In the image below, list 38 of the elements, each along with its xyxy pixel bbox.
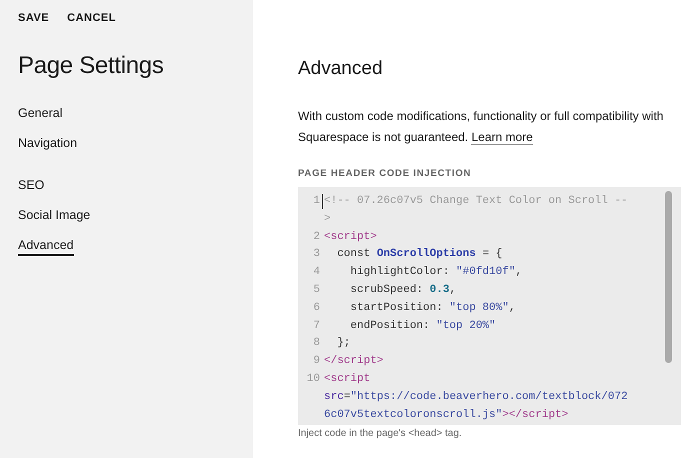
line-number: 2 [312, 230, 320, 245]
line-number: 6 [312, 300, 320, 316]
code-line: endPosition: "top 20%" [349, 318, 496, 334]
notice-text: With custom code modifications, functionality or full compatibility with Squarespace is not guaranteed. Learn more [298, 108, 664, 147]
code-line: scrubSpeed: 0.3, [349, 282, 456, 298]
save-button[interactable]: SAVE [18, 12, 50, 24]
line-number: 7 [312, 318, 320, 334]
code-line: > [324, 212, 332, 227]
section-heading: Advanced [298, 58, 384, 80]
line-number: 9 [312, 354, 320, 370]
sidebar-item[interactable]: Navigation [18, 136, 78, 154]
code-line: <script> [324, 230, 377, 245]
sidebar-item[interactable]: Social Image [18, 208, 90, 226]
sidebar-item[interactable]: SEO [18, 178, 44, 196]
field-label: PAGE HEADER CODE INJECTION [298, 168, 472, 179]
code-line: <!-- 07.26c07v5 Change Text Color on Scroll -- [324, 194, 628, 209]
code-line: </script> [324, 354, 384, 370]
scrollbar[interactable] [665, 191, 672, 363]
code-line: <script [324, 372, 372, 387]
hint-text: Inject code in the page's <head> tag. [298, 428, 463, 439]
cancel-button[interactable]: CANCEL [67, 12, 116, 24]
code-line: 6c07v5textcoloronscroll.js"></script> [324, 408, 570, 423]
line-number: 10 [306, 372, 320, 387]
sidebar-item[interactable]: General [18, 106, 62, 124]
code-line: }; [336, 336, 350, 352]
learn-more-link[interactable]: Learn more [471, 130, 533, 145]
code-editor[interactable] [298, 187, 681, 425]
line-number: 8 [312, 336, 320, 352]
code-line: highlightColor: "#0fd10f", [349, 265, 522, 280]
sidebar-item[interactable]: Advanced [18, 238, 74, 256]
line-number: 3 [312, 247, 320, 262]
code-line: startPosition: "top 80%", [349, 300, 516, 316]
page-title: Page Settings [18, 52, 165, 80]
line-number: 4 [312, 265, 320, 280]
code-line: src="https://code.beaverhero.com/textblock/072 [324, 390, 628, 405]
line-number: 5 [312, 282, 320, 298]
line-number: 1 [312, 194, 320, 209]
code-line: const OnScrollOptions = { [336, 247, 502, 262]
